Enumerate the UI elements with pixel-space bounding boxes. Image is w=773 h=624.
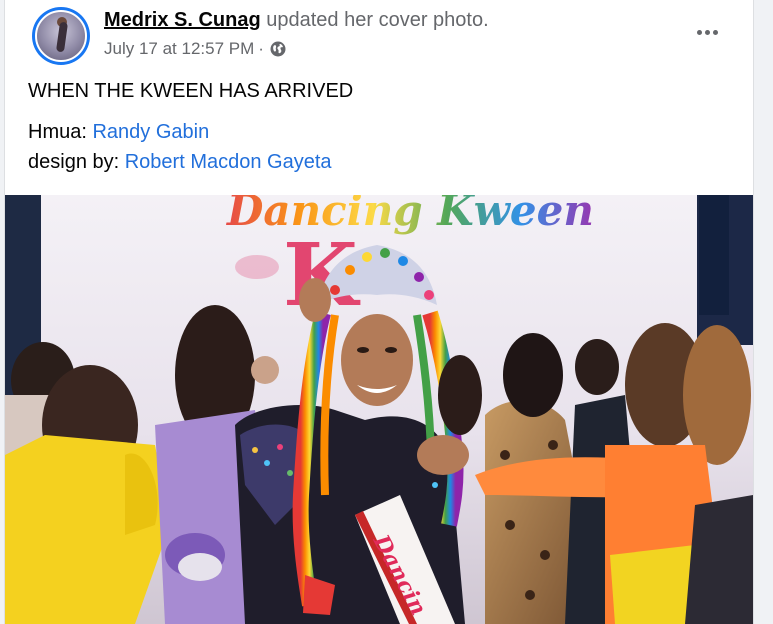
globe-icon[interactable] [270, 41, 286, 57]
cover-photo[interactable]: Dancing Kween K Dancin [5, 195, 753, 624]
more-options-icon [696, 29, 702, 35]
post-meta: July 17 at 12:57 PM · [104, 38, 286, 60]
backdrop-logo-text: Dancing Kween [226, 195, 594, 235]
more-options-icon-dot [704, 29, 710, 35]
caption-credit-hmua: Hmua: Randy Gabin [28, 119, 209, 145]
avatar-figure [55, 21, 69, 53]
author-name-link[interactable]: Medrix S. Cunag [104, 9, 261, 31]
design-name-link[interactable]: Robert Macdon Gayeta [125, 151, 332, 173]
more-options-icon-dot [712, 29, 718, 35]
avatar-image [35, 10, 87, 62]
caption-line: WHEN THE KWEEN HAS ARRIVED [28, 80, 354, 102]
post-header: Medrix S. Cunag updated her cover photo. [104, 8, 489, 32]
post-timestamp-link[interactable]: July 17 at 12:57 PM [104, 38, 254, 60]
hmua-label: Hmua: [28, 121, 93, 143]
design-label: design by: [28, 151, 125, 173]
post-action-text: updated her cover photo. [260, 9, 489, 31]
hmua-name-link[interactable]: Randy Gabin [92, 121, 209, 143]
author-avatar[interactable] [32, 7, 90, 65]
more-options-button[interactable] [689, 20, 725, 44]
meta-separator: · [258, 39, 264, 58]
feed-post: Medrix S. Cunag updated her cover photo.… [4, 0, 754, 624]
caption-credit-design: design by: Robert Macdon Gayeta [28, 149, 332, 175]
